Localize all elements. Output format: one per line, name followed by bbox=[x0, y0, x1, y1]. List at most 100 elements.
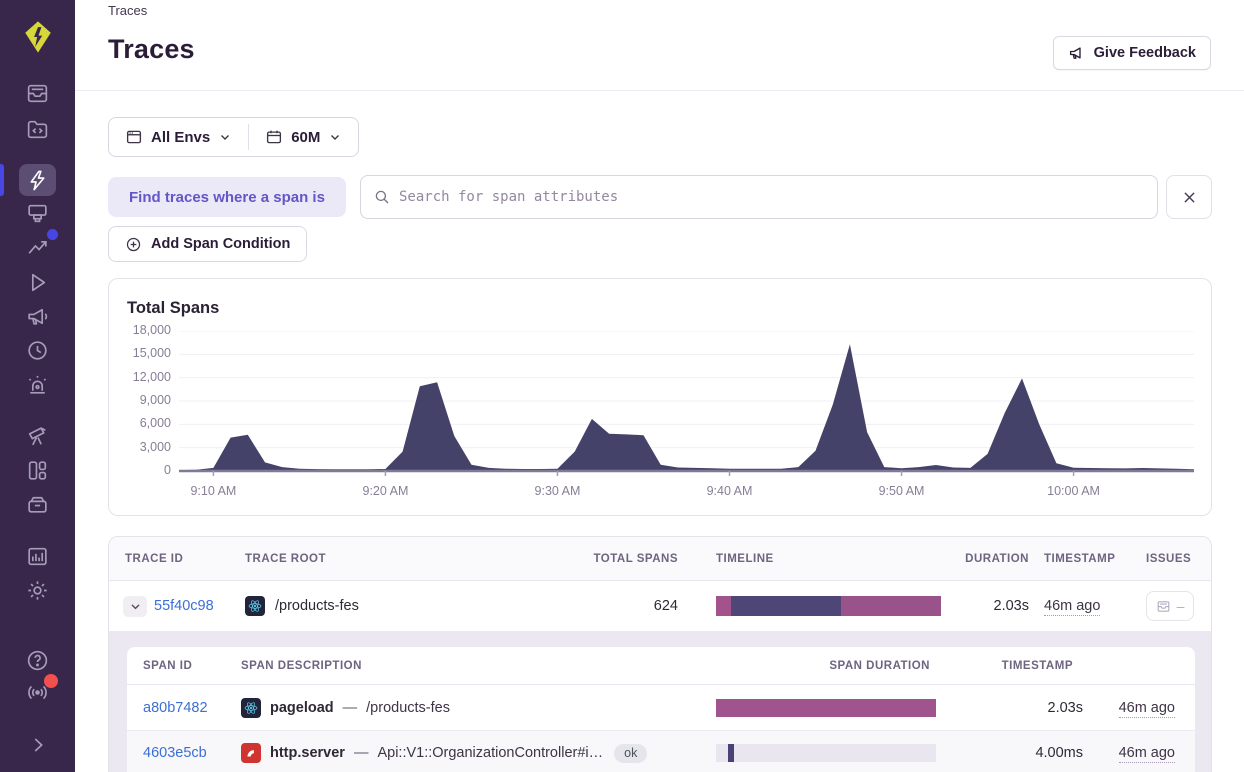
give-feedback-button[interactable]: Give Feedback bbox=[1053, 36, 1211, 70]
bar-segment bbox=[731, 596, 841, 616]
trace-row: 55f40c98 /products-fes 624 2.03s 46m ago… bbox=[109, 581, 1211, 631]
span-op: pageload bbox=[270, 700, 334, 716]
sidebar-item-history[interactable] bbox=[19, 334, 56, 366]
telescope-icon bbox=[25, 424, 50, 449]
sidebar-item-replays[interactable] bbox=[19, 266, 56, 298]
whats-new-badge-dot bbox=[44, 674, 58, 688]
total-spans-area-chart: 03,0006,0009,00012,00015,00018,000 9:10 … bbox=[119, 331, 1203, 521]
question-circle-icon bbox=[25, 648, 50, 673]
x-axis-tick-label: 9:10 AM bbox=[168, 484, 258, 498]
trace-id-link[interactable]: 55f40c98 bbox=[154, 598, 214, 614]
span-id-link[interactable]: 4603e5cb bbox=[143, 745, 207, 761]
col-issues: Issues bbox=[1146, 553, 1212, 565]
total-spans-chart-panel: Total Spans 03,0006,0009,00012,00015,000… bbox=[108, 278, 1212, 516]
close-icon bbox=[1181, 189, 1198, 206]
sidebar-item-settings[interactable] bbox=[19, 574, 56, 606]
span-id-link[interactable]: a80b7482 bbox=[143, 700, 208, 716]
col-span-description: Span Description bbox=[241, 660, 716, 672]
span-search-input[interactable] bbox=[399, 189, 1145, 205]
environment-filter-label: All Envs bbox=[151, 129, 210, 146]
diamond-bolt-logo-icon bbox=[21, 20, 55, 54]
selected-nav-indicator bbox=[0, 164, 4, 196]
react-project-icon bbox=[241, 698, 261, 718]
sidebar-item-issues[interactable] bbox=[19, 77, 56, 109]
chevron-down-icon bbox=[218, 130, 232, 144]
col-total-spans: Total Spans bbox=[533, 553, 678, 565]
bar-segment bbox=[728, 744, 734, 762]
span-duration-bar bbox=[716, 699, 936, 717]
bar-segment bbox=[841, 596, 941, 616]
sidebar-item-whats-new[interactable] bbox=[19, 676, 56, 708]
x-axis-tick-label: 9:30 AM bbox=[512, 484, 602, 498]
sidebar-item-archive[interactable] bbox=[19, 488, 56, 520]
collapse-trace-button[interactable] bbox=[123, 596, 147, 617]
sidebar-item-discover[interactable] bbox=[19, 420, 56, 452]
traces-table: Trace ID Trace Root Total Spans Timeline… bbox=[108, 536, 1212, 772]
react-project-icon bbox=[245, 596, 265, 616]
lightning-icon bbox=[26, 169, 49, 192]
add-span-condition-button[interactable]: Add Span Condition bbox=[108, 226, 307, 262]
col-duration: Duration bbox=[948, 553, 1044, 565]
trace-timestamp[interactable]: 46m ago bbox=[1044, 598, 1100, 616]
spans-table: Span ID Span Description Span Duration T… bbox=[127, 647, 1195, 772]
filter-bar: All Envs 60M bbox=[108, 117, 359, 157]
col-span-id: Span ID bbox=[127, 660, 241, 672]
trace-issues-button[interactable]: – bbox=[1146, 591, 1194, 621]
time-period-filter[interactable]: 60M bbox=[249, 118, 358, 156]
x-axis-tick-label: 9:40 AM bbox=[685, 484, 775, 498]
drawer-icon bbox=[25, 492, 50, 517]
gear-icon bbox=[25, 578, 50, 603]
sidebar-collapse-toggle[interactable] bbox=[19, 729, 56, 761]
environment-filter[interactable]: All Envs bbox=[109, 118, 248, 156]
give-feedback-label: Give Feedback bbox=[1094, 45, 1196, 61]
col-span-timestamp: Timestamp bbox=[940, 660, 1093, 672]
span-timestamp[interactable]: 46m ago bbox=[1119, 700, 1175, 718]
sidebar-item-projects[interactable] bbox=[19, 113, 56, 145]
span-description: /products-fes bbox=[366, 700, 450, 716]
siren-icon bbox=[25, 373, 50, 398]
insights-badge-dot bbox=[47, 229, 58, 240]
span-duration-value: 4.00ms bbox=[940, 745, 1093, 761]
sidebar-item-alerts[interactable] bbox=[19, 369, 56, 401]
span-timestamp[interactable]: 46m ago bbox=[1119, 745, 1175, 763]
megaphone-icon bbox=[1068, 44, 1086, 62]
clear-search-button[interactable] bbox=[1166, 175, 1212, 219]
play-icon bbox=[25, 270, 50, 295]
app-logo[interactable] bbox=[18, 17, 58, 57]
span-op: http.server bbox=[270, 745, 345, 761]
x-axis-tick-label: 9:50 AM bbox=[857, 484, 947, 498]
sidebar-item-help[interactable] bbox=[19, 644, 56, 676]
issues-icon bbox=[1156, 599, 1171, 614]
plus-circle-icon bbox=[125, 236, 142, 253]
sidebar-item-boards[interactable] bbox=[19, 454, 56, 486]
span-row: 4603e5cb http.server — Api::V1::Organiza… bbox=[127, 730, 1195, 772]
x-axis-tick-label: 9:20 AM bbox=[340, 484, 430, 498]
area-chart-plot bbox=[179, 331, 1194, 477]
layout-icon bbox=[25, 458, 50, 483]
bar-chart-icon bbox=[25, 544, 50, 569]
chevron-right-icon bbox=[27, 734, 49, 756]
col-trace-root: Trace Root bbox=[245, 553, 533, 565]
col-trace-id: Trace ID bbox=[109, 553, 245, 565]
find-traces-label: Find traces where a span is bbox=[108, 177, 346, 217]
spans-table-header: Span ID Span Description Span Duration T… bbox=[127, 647, 1195, 685]
breadcrumb[interactable]: Traces bbox=[108, 3, 147, 18]
col-span-duration: Span Duration bbox=[716, 660, 940, 672]
y-axis-tick-label: 12,000 bbox=[119, 370, 171, 384]
search-icon bbox=[373, 188, 391, 206]
sidebar-item-explore[interactable] bbox=[19, 164, 56, 196]
y-axis-tick-label: 6,000 bbox=[119, 416, 171, 430]
chevron-down-icon bbox=[328, 130, 342, 144]
projector-icon bbox=[25, 201, 50, 226]
time-period-filter-label: 60M bbox=[291, 129, 320, 146]
sidebar-item-feedback[interactable] bbox=[19, 300, 56, 332]
expanded-spans-section: Span ID Span Description Span Duration T… bbox=[109, 631, 1211, 772]
bar-segment bbox=[716, 596, 731, 616]
span-status-badge: ok bbox=[614, 744, 647, 763]
sidebar-item-dashboards[interactable] bbox=[19, 197, 56, 229]
span-description: Api::V1::OrganizationController#i… bbox=[377, 745, 603, 761]
folder-code-icon bbox=[25, 117, 50, 142]
issues-icon bbox=[25, 81, 50, 106]
sidebar-item-insights[interactable] bbox=[19, 231, 56, 263]
sidebar-item-stats[interactable] bbox=[19, 540, 56, 572]
